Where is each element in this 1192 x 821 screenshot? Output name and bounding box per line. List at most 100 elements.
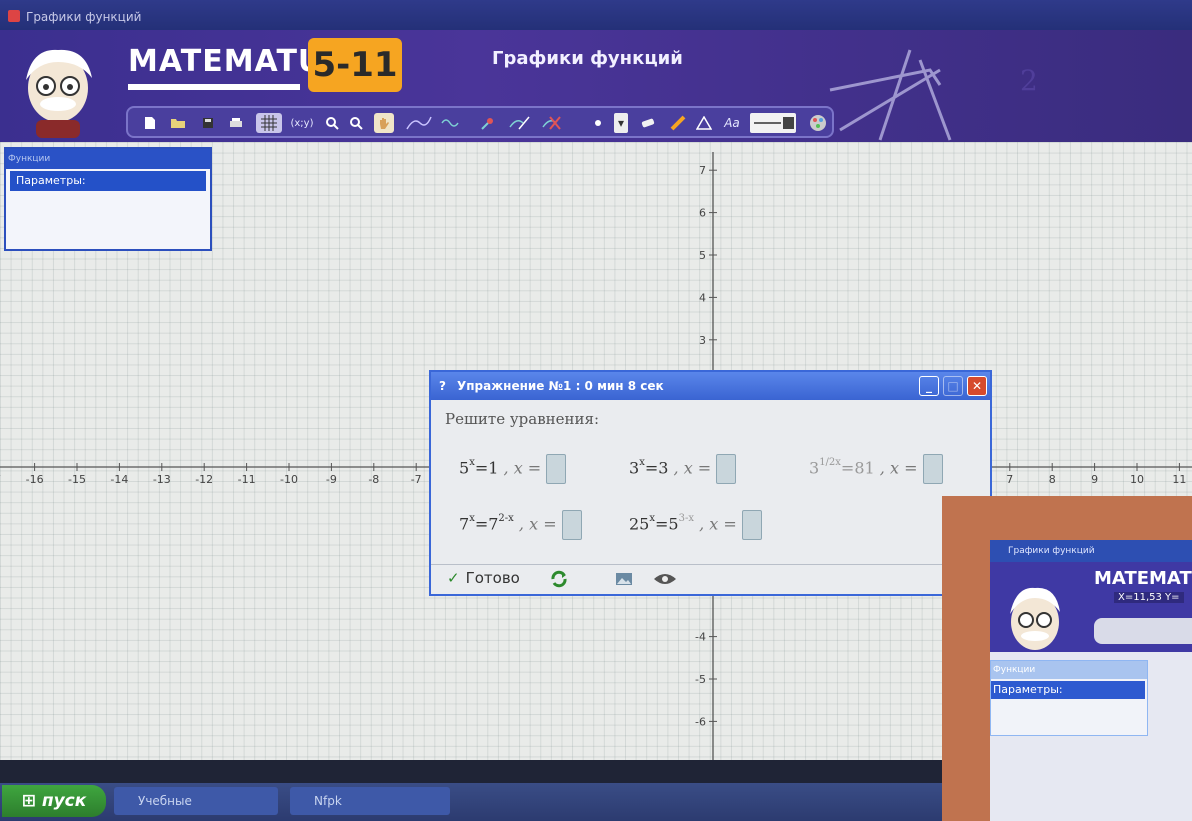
y-tick-label: 4 bbox=[699, 291, 706, 304]
eq4-answer-input[interactable] bbox=[561, 510, 582, 540]
palette-icon[interactable] bbox=[808, 113, 828, 133]
grid-icon[interactable] bbox=[256, 113, 282, 133]
eq1-base: 5 bbox=[459, 458, 470, 478]
plot-function-icon[interactable] bbox=[404, 113, 434, 133]
eq1-exp: x bbox=[469, 457, 475, 469]
triangle-icon[interactable] bbox=[694, 113, 714, 133]
text-tool-button[interactable]: Aa bbox=[722, 113, 742, 133]
minimize-button[interactable]: _ bbox=[919, 376, 939, 396]
zoom-out-icon[interactable] bbox=[346, 113, 366, 133]
y-tick-label: -4 bbox=[695, 631, 706, 644]
equation-5: 25x=53-x , x = bbox=[629, 510, 762, 540]
taskbar-item-nfpk[interactable]: Nfpk bbox=[290, 787, 450, 815]
equation-1: 5x=1 , x = bbox=[459, 454, 567, 484]
zoom-in-icon[interactable] bbox=[322, 113, 342, 133]
y-tick-label: 3 bbox=[699, 334, 706, 347]
inset-parameters-row: Параметры: bbox=[991, 681, 1145, 699]
new-icon[interactable] bbox=[140, 113, 160, 133]
eq3-answer-input[interactable] bbox=[922, 454, 943, 484]
inset-toolbar bbox=[1094, 618, 1192, 644]
x-tick-label: -13 bbox=[153, 473, 171, 486]
inset-screen: Графики функций MATEMAT X=11,53 Y= Функц… bbox=[990, 540, 1192, 821]
eraser-icon[interactable] bbox=[638, 113, 658, 133]
done-button[interactable]: ✓ Готово bbox=[447, 569, 520, 587]
done-label: Готово bbox=[465, 569, 520, 587]
cross-out-icon[interactable] bbox=[540, 113, 566, 133]
eq3-rhs: =81 bbox=[840, 458, 875, 478]
y-tick-label: 5 bbox=[699, 249, 706, 262]
app-screen: Графики функций MATEMATUKA 5-11 Графики … bbox=[0, 0, 1192, 821]
dialog-title: Упражнение №1 : 0 мин 8 сек bbox=[457, 379, 664, 393]
eq5-answer-label: , x = bbox=[699, 514, 737, 534]
print-icon[interactable] bbox=[226, 113, 246, 133]
x-tick-label: 9 bbox=[1091, 473, 1098, 486]
start-button[interactable]: ⊞ пуск bbox=[2, 785, 106, 817]
x-tick-label: 7 bbox=[1006, 473, 1013, 486]
x-tick-label: -10 bbox=[280, 473, 298, 486]
maximize-button[interactable]: □ bbox=[943, 376, 963, 396]
wave-icon[interactable] bbox=[440, 113, 460, 133]
x-tick-label: -8 bbox=[368, 473, 379, 486]
coordinates-button[interactable]: (x;y) bbox=[286, 113, 318, 133]
x-tick-label: -17 bbox=[0, 473, 1, 486]
app-icon bbox=[8, 10, 20, 22]
pin-icon[interactable] bbox=[478, 113, 498, 133]
parameters-row[interactable]: Параметры: bbox=[10, 171, 206, 191]
eq5-answer-input[interactable] bbox=[741, 510, 762, 540]
y-tick-label: -6 bbox=[695, 715, 706, 728]
eq4-answer-label: , x = bbox=[518, 514, 557, 534]
eq5-rhs-exp: 3-x bbox=[678, 513, 694, 525]
eq2-answer-label: , x = bbox=[673, 458, 712, 478]
x-tick-label: -15 bbox=[68, 473, 86, 486]
show-answer-eye-icon[interactable] bbox=[653, 571, 677, 590]
dialog-prompt: Решите уравнения: bbox=[445, 410, 600, 428]
inset-titlebar: Графики функций bbox=[990, 540, 1192, 562]
eq3-exp: 1/2x bbox=[819, 457, 841, 469]
checkmark-icon: ✓ bbox=[447, 569, 460, 587]
eq2-rhs: =3 bbox=[644, 458, 669, 478]
x-tick-label: -14 bbox=[110, 473, 128, 486]
save-icon[interactable] bbox=[198, 113, 218, 133]
eq2-base: 3 bbox=[629, 458, 640, 478]
x-tick-label: -16 bbox=[26, 473, 44, 486]
hint-image-icon[interactable] bbox=[615, 571, 633, 590]
logo-grade-range: 5-11 bbox=[308, 38, 402, 92]
functions-panel: Функции Параметры: bbox=[4, 147, 212, 251]
close-button[interactable]: ✕ bbox=[967, 376, 987, 396]
inset-functions-panel: Функции Параметры: bbox=[990, 660, 1148, 736]
functions-panel-title: Функции bbox=[6, 149, 210, 169]
inset-coordinates: X=11,53 Y= bbox=[1114, 592, 1184, 603]
dropdown-icon[interactable]: ▾ bbox=[614, 113, 628, 133]
eq4-exp: x bbox=[469, 513, 475, 525]
refresh-icon[interactable] bbox=[549, 569, 569, 593]
open-icon[interactable] bbox=[168, 113, 188, 133]
tangent-icon[interactable] bbox=[508, 113, 532, 133]
line-style-select[interactable] bbox=[750, 113, 796, 133]
main-toolbar: (x;y) ▾ Aa bbox=[126, 106, 834, 138]
point-icon[interactable] bbox=[588, 113, 608, 133]
x-tick-label: -11 bbox=[238, 473, 256, 486]
y-tick-label: -5 bbox=[695, 673, 706, 686]
dialog-titlebar: ? Упражнение №1 : 0 мин 8 сек _ □ ✕ bbox=[431, 372, 990, 400]
pencil-icon[interactable] bbox=[668, 113, 688, 133]
x-tick-label: 8 bbox=[1049, 473, 1056, 486]
x-tick-label: -7 bbox=[411, 473, 422, 486]
hand-icon[interactable] bbox=[374, 113, 394, 133]
window-titlebar: Графики функций bbox=[0, 0, 1192, 30]
y-tick-label: 6 bbox=[699, 207, 706, 220]
taskbar-item-uchebnye[interactable]: Учебные bbox=[114, 787, 278, 815]
inset-mascot-icon bbox=[1010, 587, 1060, 650]
x-tick-label: 11 bbox=[1172, 473, 1186, 486]
eq4-rhs: =7 bbox=[474, 514, 499, 534]
professor-mascot-icon bbox=[26, 49, 92, 138]
drawing-tools-decoration-icon: 2 bbox=[829, 49, 1038, 141]
exercise-dialog: ? Упражнение №1 : 0 мин 8 сек _ □ ✕ Реши… bbox=[429, 370, 992, 596]
eq2-answer-input[interactable] bbox=[716, 454, 737, 484]
equation-4: 7x=72-x , x = bbox=[459, 510, 582, 540]
logo-underline bbox=[128, 84, 300, 90]
eq1-answer-input[interactable] bbox=[546, 454, 567, 484]
dialog-footer: ✓ Готово bbox=[431, 564, 990, 595]
eq3-base: 3 bbox=[809, 458, 820, 478]
help-icon[interactable]: ? bbox=[439, 372, 446, 400]
eq5-rhs: =5 bbox=[655, 514, 679, 534]
